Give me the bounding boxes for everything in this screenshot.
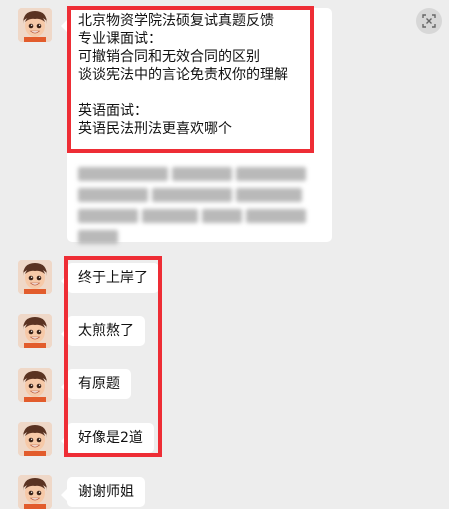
cartoon-avatar-icon [18, 422, 52, 456]
cartoon-avatar-icon [18, 8, 52, 42]
message-text: 北京物资学院法硕复试真题反馈 专业课面试： 可撤销合同和无效合同的区别 谈谈宪法… [78, 12, 321, 138]
cartoon-avatar-icon [18, 260, 52, 294]
message-line: 北京物资学院法硕复试真题反馈 [78, 13, 274, 29]
message-bubble-3[interactable]: 太煎熬了 [61, 316, 145, 346]
close-screen-glyph-icon [422, 14, 436, 28]
message-text: 谢谢师姐 [78, 484, 134, 500]
message-bubble-6[interactable]: 谢谢师姐 [61, 477, 145, 507]
message-bubble-5[interactable]: 好像是2道 [61, 423, 154, 453]
message-text: 有原题 [78, 376, 120, 392]
avatar[interactable] [18, 475, 52, 509]
cartoon-avatar-icon [18, 475, 52, 509]
avatar[interactable] [18, 314, 52, 348]
avatar[interactable] [18, 368, 52, 402]
message-line: 英语民法刑法更喜欢哪个 [78, 121, 232, 137]
avatar[interactable] [18, 422, 52, 456]
cartoon-avatar-icon [18, 368, 52, 402]
message-text: 终于上岸了 [78, 270, 148, 286]
message-line: 专业课面试： [78, 31, 162, 47]
close-screen-icon[interactable] [416, 8, 442, 34]
blurred-content [78, 164, 306, 244]
message-text: 好像是2道 [78, 430, 143, 446]
message-text: 太煎熬了 [78, 323, 134, 339]
message-bubble-1[interactable]: 北京物资学院法硕复试真题反馈 专业课面试： 可撤销合同和无效合同的区别 谈谈宪法… [61, 8, 332, 244]
message-bubble-4[interactable]: 有原题 [61, 369, 131, 399]
avatar[interactable] [18, 260, 52, 294]
message-line: 英语面试： [78, 103, 148, 119]
message-line: 谈谈宪法中的言论免责权你的理解 [78, 67, 288, 83]
message-line: 可撤销合同和无效合同的区别 [78, 49, 260, 65]
avatar[interactable] [18, 8, 52, 42]
cartoon-avatar-icon [18, 314, 52, 348]
message-line [78, 84, 321, 102]
message-bubble-2[interactable]: 终于上岸了 [61, 263, 159, 293]
